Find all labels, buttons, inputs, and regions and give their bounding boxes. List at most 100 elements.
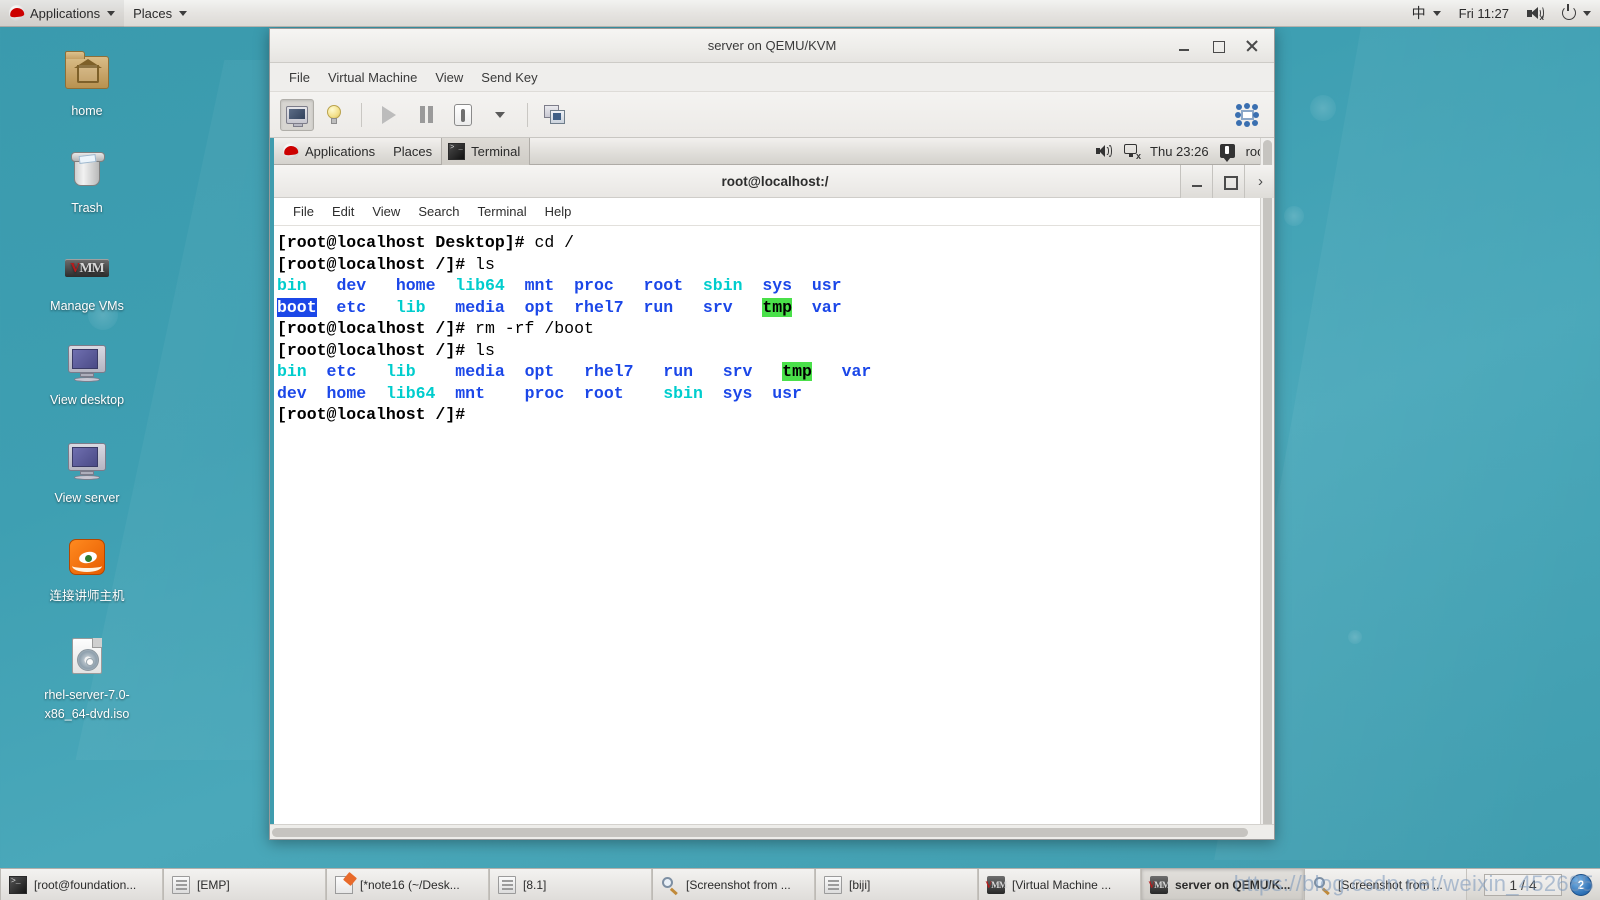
terminal-titlebar[interactable]: root@localhost:/ ›	[274, 164, 1274, 198]
desktop-icon-rhel-iso[interactable]: rhel-server-7.0-x86_64-dvd.iso	[27, 632, 147, 724]
terminal-minimize-button[interactable]	[1180, 164, 1212, 198]
terminal-token: rhel7	[584, 362, 634, 381]
toolbar-separator	[527, 102, 528, 127]
terminal-token: lib64	[385, 383, 436, 403]
guest-places-menu[interactable]: Places	[384, 138, 441, 165]
sound-menu[interactable]: x	[1518, 0, 1553, 27]
guest-clock-label[interactable]: Thu 23:26	[1150, 144, 1209, 159]
monitor-icon	[63, 435, 111, 483]
terminal-menu-edit[interactable]: Edit	[323, 201, 363, 222]
workspace-label[interactable]: 1 / 4	[1484, 873, 1562, 896]
system-menu[interactable]	[1553, 0, 1600, 27]
terminal-token: var	[841, 362, 872, 381]
desktop-icon-view-server[interactable]: View server	[27, 435, 147, 508]
vm-menu-file[interactable]: File	[280, 66, 319, 89]
host-taskbar: [root@foundation... [EMP] [*note16 (~/Desk…	[0, 868, 1600, 900]
speaker-icon[interactable]	[1096, 144, 1113, 158]
console-view-button[interactable]	[280, 98, 314, 131]
terminal-output[interactable]: [root@localhost Desktop]# cd / [root@loca…	[274, 226, 1274, 824]
taskbar-item[interactable]: [Screenshot from ...	[652, 869, 815, 900]
taskbar-item[interactable]: [*note16 (~/Desk...	[326, 869, 489, 900]
terminal-token: rhel7	[574, 297, 624, 317]
chevron-down-icon	[1432, 10, 1441, 16]
terminal-menu-terminal[interactable]: Terminal	[469, 201, 536, 222]
viewport-vertical-scrollbar[interactable]	[1260, 138, 1274, 824]
terminal-icon	[448, 142, 466, 160]
workspace-badge[interactable]: 2	[1570, 873, 1592, 896]
taskbar-item[interactable]: [Screenshot from ...	[1304, 869, 1467, 900]
clock[interactable]: Fri 11:27	[1450, 0, 1518, 27]
wallpaper-dot	[1310, 95, 1336, 121]
terminal-token: dev	[336, 276, 367, 295]
taskbar-item[interactable]: [EMP]	[163, 869, 326, 900]
pause-button[interactable]	[409, 99, 443, 131]
speaker-muted-icon: x	[1527, 5, 1544, 22]
vm-menu-virtual-machine[interactable]: Virtual Machine	[319, 66, 426, 89]
terminal-menu-file[interactable]: File	[284, 201, 323, 222]
taskbar-item[interactable]: V MM server on QEMU/K...	[1141, 869, 1304, 900]
power-icon	[1562, 4, 1576, 20]
workspace-indicator[interactable]: 1 / 4 2	[1474, 869, 1600, 900]
desktop-icon-view-desktop[interactable]: View desktop	[27, 337, 147, 410]
terminal-line: boot etc lib media opt rhel7 run srv tmp…	[277, 297, 1274, 319]
terminal-token: lib64	[455, 276, 505, 295]
details-view-button[interactable]	[317, 99, 351, 131]
chevron-down-icon	[1583, 10, 1591, 16]
network-resize-button[interactable]	[1230, 99, 1264, 131]
taskbar-item-label: [*note16 (~/Desk...	[360, 877, 460, 892]
vm-guest-viewport[interactable]: Applications Places Terminal x Thu 23:26…	[270, 138, 1274, 824]
taskbar-item[interactable]: [biji]	[815, 869, 978, 900]
clock-label: Fri 11:27	[1458, 5, 1509, 21]
terminal-token: ls	[475, 254, 495, 274]
network-disconnected-icon[interactable]: x	[1123, 143, 1141, 160]
taskbar-item-label: [EMP]	[197, 877, 230, 892]
terminal-token: proc	[524, 383, 565, 403]
terminal-token: cd /	[534, 233, 575, 252]
terminal-token: bin	[277, 362, 307, 381]
terminal-close-button[interactable]: ›	[1244, 164, 1274, 198]
terminal-token: usr	[772, 383, 802, 403]
desktop-icon-home[interactable]: home	[27, 48, 147, 121]
guest-window-list-terminal[interactable]: Terminal	[441, 138, 531, 165]
guest-applications-menu[interactable]: Applications	[274, 138, 384, 165]
desktop-icon-label: 连接讲师主机	[49, 589, 125, 603]
taskbar-item[interactable]: V MM [Virtual Machine ...	[978, 869, 1141, 900]
shutdown-dropdown[interactable]	[483, 99, 517, 131]
scrollbar-thumb[interactable]	[1263, 140, 1272, 824]
desktop-icon-manage-vms[interactable]: V MM Manage VMs	[27, 243, 147, 316]
desktop-icon-label: home	[71, 104, 103, 118]
applications-menu[interactable]: Applications	[0, 0, 125, 27]
vm-maximize-button[interactable]	[1210, 38, 1226, 54]
viewport-horizontal-scrollbar[interactable]	[270, 824, 1274, 839]
vm-menu-send-key[interactable]: Send Key	[472, 66, 546, 89]
shutdown-button[interactable]	[446, 99, 480, 131]
terminal-menu-search[interactable]: Search	[409, 201, 468, 222]
scrollbar-thumb[interactable]	[272, 828, 1248, 837]
vm-menu-view[interactable]: View	[426, 66, 472, 89]
terminal-line: [root@localhost /]# ls	[277, 254, 1274, 276]
terminal-token: sys	[722, 383, 753, 403]
vm-close-button[interactable]	[1244, 38, 1260, 54]
taskbar-item[interactable]: [8.1]	[489, 869, 652, 900]
notepad-icon	[335, 875, 353, 894]
terminal-menu-view[interactable]: View	[363, 201, 409, 222]
run-button[interactable]	[372, 99, 406, 131]
desktop-icon-trash[interactable]: Trash	[27, 145, 147, 218]
input-method-menu[interactable]: 中	[1403, 0, 1450, 27]
desktop-icon-connect-instructor[interactable]: 连接讲师主机	[27, 533, 147, 606]
snapshots-button[interactable]	[538, 99, 572, 131]
vm-minimize-button[interactable]	[1176, 38, 1192, 54]
terminal-maximize-button[interactable]	[1212, 164, 1244, 198]
vm-window-titlebar[interactable]: server on QEMU/KVM	[270, 29, 1274, 63]
taskbar-item[interactable]: [root@foundation...	[0, 869, 163, 900]
terminal-menu-help[interactable]: Help	[536, 201, 581, 222]
terminal-icon	[9, 875, 27, 894]
places-menu[interactable]: Places	[124, 0, 196, 27]
